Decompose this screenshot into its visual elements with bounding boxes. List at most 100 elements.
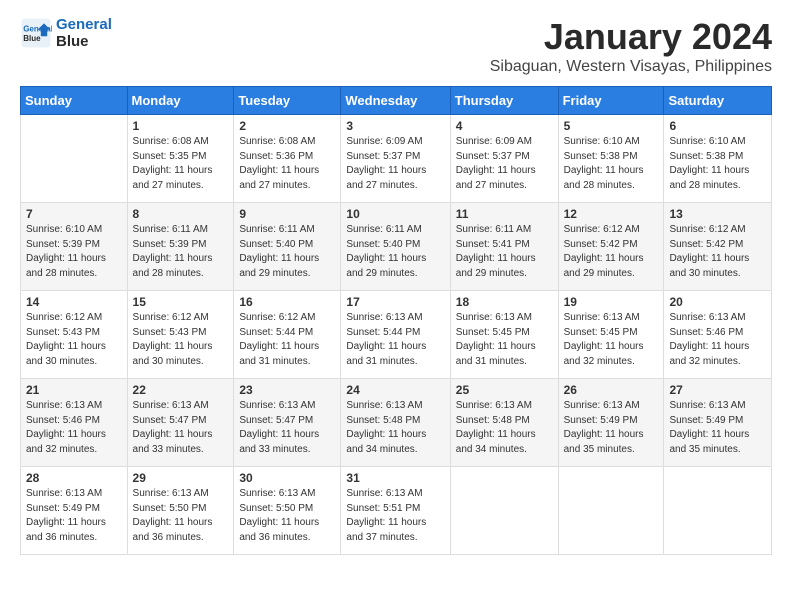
day-number: 29: [133, 471, 229, 485]
cell-content: Sunrise: 6:13 AMSunset: 5:50 PMDaylight:…: [133, 487, 229, 545]
cell-content: Sunrise: 6:13 AMSunset: 5:48 PMDaylight:…: [456, 399, 553, 457]
day-number: 26: [564, 383, 659, 397]
cell-content: Sunrise: 6:13 AMSunset: 5:49 PMDaylight:…: [26, 487, 122, 545]
calendar-cell: 8Sunrise: 6:11 AMSunset: 5:39 PMDaylight…: [127, 203, 234, 291]
cell-content: Sunrise: 6:12 AMSunset: 5:42 PMDaylight:…: [564, 223, 659, 281]
calendar-cell: [21, 115, 128, 203]
calendar-cell: 13Sunrise: 6:12 AMSunset: 5:42 PMDayligh…: [664, 203, 772, 291]
day-number: 22: [133, 383, 229, 397]
weekday-header-friday: Friday: [558, 87, 664, 115]
logo-icon: General Blue: [20, 17, 52, 49]
calendar-cell: 6 Sunrise: 6:10 AMSunset: 5:38 PMDaylight…: [664, 115, 772, 203]
logo: General Blue General Blue: [20, 16, 112, 50]
cell-content: Sunrise: 6:13 AMSunset: 5:46 PMDaylight:…: [669, 311, 766, 369]
calendar-cell: 20Sunrise: 6:13 AMSunset: 5:46 PMDayligh…: [664, 291, 772, 379]
day-number: 1: [133, 119, 229, 133]
calendar-cell: 22 Sunrise: 6:13 AMSunset: 5:47 PMDayligh…: [127, 379, 234, 467]
calendar-cell: 24 Sunrise: 6:13 AMSunset: 5:48 PMDayligh…: [341, 379, 450, 467]
calendar-cell: [664, 467, 772, 555]
day-number: 21: [26, 383, 122, 397]
cell-content: Sunrise: 6:13 AMSunset: 5:47 PMDaylight:…: [133, 399, 229, 457]
calendar-cell: 16Sunrise: 6:12 AMSunset: 5:44 PMDayligh…: [234, 291, 341, 379]
day-number: 27: [669, 383, 766, 397]
day-number: 12: [564, 207, 659, 221]
svg-text:Blue: Blue: [23, 34, 41, 43]
calendar-cell: 9Sunrise: 6:11 AMSunset: 5:40 PMDaylight…: [234, 203, 341, 291]
calendar-cell: 25 Sunrise: 6:13 AMSunset: 5:48 PMDayligh…: [450, 379, 558, 467]
cell-content: Sunrise: 6:10 AMSunset: 5:39 PMDaylight:…: [26, 223, 122, 281]
cell-content: Sunrise: 6:13 AMSunset: 5:46 PMDaylight:…: [26, 399, 122, 457]
calendar-cell: [450, 467, 558, 555]
weekday-header-wednesday: Wednesday: [341, 87, 450, 115]
day-number: 17: [346, 295, 444, 309]
day-number: 25: [456, 383, 553, 397]
day-number: 6: [669, 119, 766, 133]
month-title: January 2024: [490, 16, 772, 58]
day-number: 18: [456, 295, 553, 309]
calendar-week-row: 7Sunrise: 6:10 AMSunset: 5:39 PMDaylight…: [21, 203, 772, 291]
calendar-cell: 2 Sunrise: 6:08 AMSunset: 5:36 PMDaylight…: [234, 115, 341, 203]
cell-content: Sunrise: 6:11 AMSunset: 5:41 PMDaylight:…: [456, 223, 553, 281]
cell-content: Sunrise: 6:12 AMSunset: 5:43 PMDaylight:…: [133, 311, 229, 369]
header: General Blue General Blue January 2024 S…: [20, 16, 772, 76]
calendar-cell: 14Sunrise: 6:12 AMSunset: 5:43 PMDayligh…: [21, 291, 128, 379]
calendar-table: SundayMondayTuesdayWednesdayThursdayFrid…: [20, 86, 772, 555]
calendar-cell: 10Sunrise: 6:11 AMSunset: 5:40 PMDayligh…: [341, 203, 450, 291]
weekday-header-saturday: Saturday: [664, 87, 772, 115]
calendar-cell: [558, 467, 664, 555]
calendar-week-row: 28Sunrise: 6:13 AMSunset: 5:49 PMDayligh…: [21, 467, 772, 555]
calendar-cell: 12 Sunrise: 6:12 AMSunset: 5:42 PMDayligh…: [558, 203, 664, 291]
cell-content: Sunrise: 6:10 AMSunset: 5:38 PMDaylight:…: [564, 135, 659, 193]
cell-content: Sunrise: 6:09 AMSunset: 5:37 PMDaylight:…: [346, 135, 444, 193]
day-number: 10: [346, 207, 444, 221]
calendar-week-row: 14Sunrise: 6:12 AMSunset: 5:43 PMDayligh…: [21, 291, 772, 379]
calendar-cell: 21 Sunrise: 6:13 AMSunset: 5:46 PMDayligh…: [21, 379, 128, 467]
title-area: January 2024 Sibaguan, Western Visayas, …: [490, 16, 772, 76]
cell-content: Sunrise: 6:13 AMSunset: 5:45 PMDaylight:…: [456, 311, 553, 369]
calendar-cell: 30 Sunrise: 6:13 AMSunset: 5:50 PMDayligh…: [234, 467, 341, 555]
day-number: 11: [456, 207, 553, 221]
cell-content: Sunrise: 6:13 AMSunset: 5:49 PMDaylight:…: [564, 399, 659, 457]
day-number: 19: [564, 295, 659, 309]
calendar-cell: 31Sunrise: 6:13 AMSunset: 5:51 PMDayligh…: [341, 467, 450, 555]
cell-content: Sunrise: 6:12 AMSunset: 5:42 PMDaylight:…: [669, 223, 766, 281]
calendar-cell: 5Sunrise: 6:10 AMSunset: 5:38 PMDaylight…: [558, 115, 664, 203]
weekday-header-thursday: Thursday: [450, 87, 558, 115]
cell-content: Sunrise: 6:12 AMSunset: 5:43 PMDaylight:…: [26, 311, 122, 369]
calendar-cell: 29 Sunrise: 6:13 AMSunset: 5:50 PMDayligh…: [127, 467, 234, 555]
calendar-cell: 3 Sunrise: 6:09 AMSunset: 5:37 PMDaylight…: [341, 115, 450, 203]
calendar-cell: 23Sunrise: 6:13 AMSunset: 5:47 PMDayligh…: [234, 379, 341, 467]
weekday-header-row: SundayMondayTuesdayWednesdayThursdayFrid…: [21, 87, 772, 115]
calendar-cell: 28Sunrise: 6:13 AMSunset: 5:49 PMDayligh…: [21, 467, 128, 555]
calendar-cell: 26 Sunrise: 6:13 AMSunset: 5:49 PMDayligh…: [558, 379, 664, 467]
weekday-header-monday: Monday: [127, 87, 234, 115]
cell-content: Sunrise: 6:08 AMSunset: 5:36 PMDaylight:…: [239, 135, 335, 193]
cell-content: Sunrise: 6:13 AMSunset: 5:49 PMDaylight:…: [669, 399, 766, 457]
cell-content: Sunrise: 6:11 AMSunset: 5:40 PMDaylight:…: [239, 223, 335, 281]
cell-content: Sunrise: 6:13 AMSunset: 5:48 PMDaylight:…: [346, 399, 444, 457]
day-number: 23: [239, 383, 335, 397]
calendar-cell: 11 Sunrise: 6:11 AMSunset: 5:41 PMDayligh…: [450, 203, 558, 291]
cell-content: Sunrise: 6:09 AMSunset: 5:37 PMDaylight:…: [456, 135, 553, 193]
cell-content: Sunrise: 6:10 AMSunset: 5:38 PMDaylight:…: [669, 135, 766, 193]
weekday-header-tuesday: Tuesday: [234, 87, 341, 115]
day-number: 8: [133, 207, 229, 221]
weekday-header-sunday: Sunday: [21, 87, 128, 115]
calendar-cell: 7Sunrise: 6:10 AMSunset: 5:39 PMDaylight…: [21, 203, 128, 291]
calendar-cell: 27 Sunrise: 6:13 AMSunset: 5:49 PMDayligh…: [664, 379, 772, 467]
cell-content: Sunrise: 6:13 AMSunset: 5:45 PMDaylight:…: [564, 311, 659, 369]
day-number: 2: [239, 119, 335, 133]
calendar-cell: 17Sunrise: 6:13 AMSunset: 5:44 PMDayligh…: [341, 291, 450, 379]
cell-content: Sunrise: 6:12 AMSunset: 5:44 PMDaylight:…: [239, 311, 335, 369]
day-number: 24: [346, 383, 444, 397]
cell-content: Sunrise: 6:08 AMSunset: 5:35 PMDaylight:…: [133, 135, 229, 193]
calendar-cell: 19 Sunrise: 6:13 AMSunset: 5:45 PMDayligh…: [558, 291, 664, 379]
calendar-week-row: 1 Sunrise: 6:08 AMSunset: 5:35 PMDaylight…: [21, 115, 772, 203]
day-number: 3: [346, 119, 444, 133]
calendar-week-row: 21 Sunrise: 6:13 AMSunset: 5:46 PMDayligh…: [21, 379, 772, 467]
location-subtitle: Sibaguan, Western Visayas, Philippines: [490, 58, 772, 76]
day-number: 4: [456, 119, 553, 133]
calendar-cell: 1 Sunrise: 6:08 AMSunset: 5:35 PMDaylight…: [127, 115, 234, 203]
day-number: 30: [239, 471, 335, 485]
cell-content: Sunrise: 6:13 AMSunset: 5:50 PMDaylight:…: [239, 487, 335, 545]
